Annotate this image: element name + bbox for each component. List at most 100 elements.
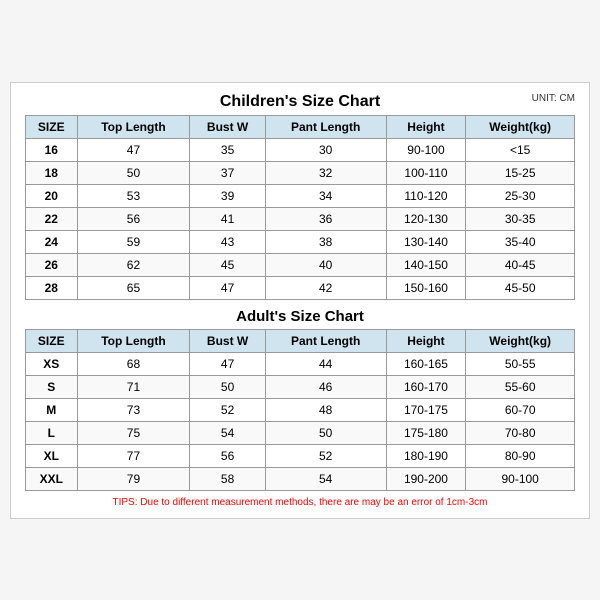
table-cell: 38 — [265, 230, 386, 253]
table-cell: 36 — [265, 207, 386, 230]
children-col-weight: Weight(kg) — [466, 115, 575, 138]
table-cell: 47 — [190, 276, 265, 299]
table-row: M735248170-17560-70 — [26, 398, 575, 421]
adult-header-row: SIZE Top Length Bust W Pant Length Heigh… — [26, 329, 575, 352]
table-cell: <15 — [466, 138, 575, 161]
children-col-toplength: Top Length — [77, 115, 190, 138]
table-cell: 58 — [190, 467, 265, 490]
children-col-bustw: Bust W — [190, 115, 265, 138]
table-cell: 70-80 — [466, 421, 575, 444]
children-col-height: Height — [386, 115, 466, 138]
table-cell: 35-40 — [466, 230, 575, 253]
table-row: 1647353090-100<15 — [26, 138, 575, 161]
table-cell: 18 — [26, 161, 78, 184]
table-cell: S — [26, 375, 78, 398]
table-cell: 16 — [26, 138, 78, 161]
table-row: S715046160-17055-60 — [26, 375, 575, 398]
table-row: XL775652180-19080-90 — [26, 444, 575, 467]
table-row: 20533934110-12025-30 — [26, 184, 575, 207]
adult-tbody: XS684744160-16550-55S715046160-17055-60M… — [26, 352, 575, 490]
children-col-pantlength: Pant Length — [265, 115, 386, 138]
table-cell: 25-30 — [466, 184, 575, 207]
table-cell: 45 — [190, 253, 265, 276]
table-row: XS684744160-16550-55 — [26, 352, 575, 375]
table-cell: 59 — [77, 230, 190, 253]
children-title-text: Children's Size Chart — [220, 93, 380, 110]
adult-title: Adult's Size Chart — [25, 302, 575, 329]
table-cell: 42 — [265, 276, 386, 299]
table-cell: 175-180 — [386, 421, 466, 444]
table-cell: 50 — [77, 161, 190, 184]
table-cell: XXL — [26, 467, 78, 490]
table-cell: 54 — [265, 467, 386, 490]
table-cell: 75 — [77, 421, 190, 444]
table-cell: 62 — [77, 253, 190, 276]
adult-col-pantlength: Pant Length — [265, 329, 386, 352]
tips-text: TIPS: Due to different measurement metho… — [25, 497, 575, 508]
table-cell: 15-25 — [466, 161, 575, 184]
table-cell: 43 — [190, 230, 265, 253]
unit-label: UNIT: CM — [532, 93, 575, 104]
table-cell: 39 — [190, 184, 265, 207]
children-title: Children's Size Chart UNIT: CM — [25, 93, 575, 111]
table-cell: 47 — [77, 138, 190, 161]
table-cell: 48 — [265, 398, 386, 421]
table-row: 28654742150-16045-50 — [26, 276, 575, 299]
table-cell: 24 — [26, 230, 78, 253]
table-cell: 65 — [77, 276, 190, 299]
table-cell: 30 — [265, 138, 386, 161]
table-cell: 32 — [265, 161, 386, 184]
children-table: SIZE Top Length Bust W Pant Length Heigh… — [25, 115, 575, 300]
table-cell: 110-120 — [386, 184, 466, 207]
table-cell: 47 — [190, 352, 265, 375]
table-cell: 50 — [265, 421, 386, 444]
table-cell: XL — [26, 444, 78, 467]
table-cell: 160-170 — [386, 375, 466, 398]
children-col-size: SIZE — [26, 115, 78, 138]
table-cell: 55-60 — [466, 375, 575, 398]
adult-col-size: SIZE — [26, 329, 78, 352]
table-cell: 80-90 — [466, 444, 575, 467]
table-cell: M — [26, 398, 78, 421]
table-cell: 140-150 — [386, 253, 466, 276]
table-row: 26624540140-15040-45 — [26, 253, 575, 276]
table-cell: 190-200 — [386, 467, 466, 490]
table-cell: 130-140 — [386, 230, 466, 253]
table-cell: 37 — [190, 161, 265, 184]
table-row: 22564136120-13030-35 — [26, 207, 575, 230]
table-cell: 28 — [26, 276, 78, 299]
adult-col-bustw: Bust W — [190, 329, 265, 352]
table-row: L755450175-18070-80 — [26, 421, 575, 444]
table-cell: 50 — [190, 375, 265, 398]
table-row: XXL795854190-20090-100 — [26, 467, 575, 490]
table-cell: 45-50 — [466, 276, 575, 299]
table-cell: XS — [26, 352, 78, 375]
table-cell: 77 — [77, 444, 190, 467]
table-cell: 53 — [77, 184, 190, 207]
table-cell: 35 — [190, 138, 265, 161]
table-cell: 60-70 — [466, 398, 575, 421]
table-cell: 54 — [190, 421, 265, 444]
table-cell: 56 — [190, 444, 265, 467]
table-cell: 90-100 — [386, 138, 466, 161]
table-cell: 41 — [190, 207, 265, 230]
table-cell: 180-190 — [386, 444, 466, 467]
table-cell: 30-35 — [466, 207, 575, 230]
table-cell: 44 — [265, 352, 386, 375]
adult-title-text: Adult's Size Chart — [236, 308, 364, 325]
table-row: 24594338130-14035-40 — [26, 230, 575, 253]
table-cell: 150-160 — [386, 276, 466, 299]
table-row: 18503732100-11015-25 — [26, 161, 575, 184]
table-cell: 73 — [77, 398, 190, 421]
table-cell: 46 — [265, 375, 386, 398]
table-cell: 100-110 — [386, 161, 466, 184]
table-cell: 50-55 — [466, 352, 575, 375]
adult-col-weight: Weight(kg) — [466, 329, 575, 352]
table-cell: 90-100 — [466, 467, 575, 490]
table-cell: 52 — [190, 398, 265, 421]
adult-col-height: Height — [386, 329, 466, 352]
table-cell: 34 — [265, 184, 386, 207]
adult-table: SIZE Top Length Bust W Pant Length Heigh… — [25, 329, 575, 491]
table-cell: 26 — [26, 253, 78, 276]
table-cell: 170-175 — [386, 398, 466, 421]
